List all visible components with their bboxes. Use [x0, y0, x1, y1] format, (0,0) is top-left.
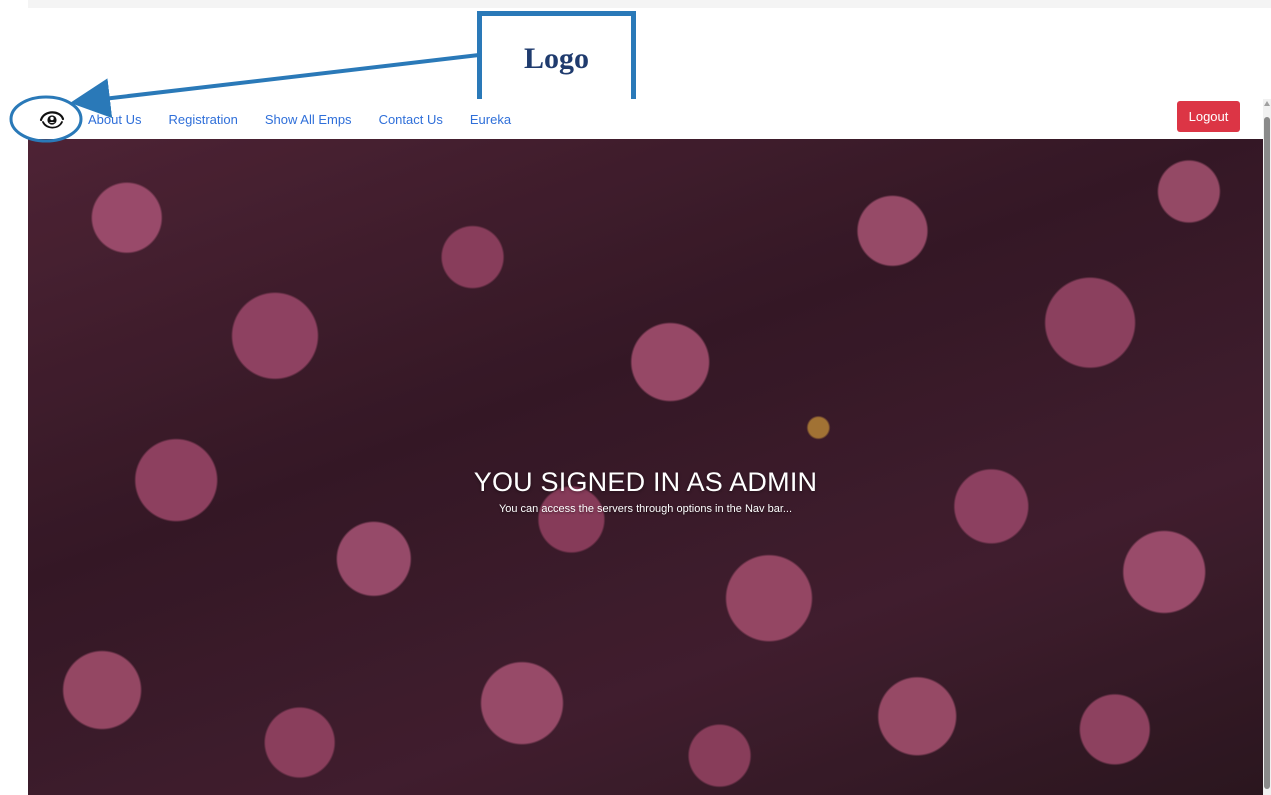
nav-link-contact-us[interactable]: Contact Us	[379, 112, 443, 127]
callout-arrow	[70, 53, 480, 119]
logo-callout-box: Logo	[477, 11, 636, 106]
logo-callout-label: Logo	[523, 41, 589, 75]
nav-link-eureka[interactable]: Eureka	[470, 112, 511, 127]
eye-logo-icon[interactable]	[38, 105, 66, 133]
hero-subtitle: You can access the servers through optio…	[498, 503, 793, 515]
hero-title: YOU SIGNED IN AS ADMIN	[473, 467, 818, 497]
page-top-strip	[28, 0, 1271, 8]
nav-link-about-us[interactable]: About Us	[88, 112, 141, 127]
scroll-up-arrow-icon[interactable]	[1264, 101, 1270, 106]
hero-text: YOU SIGNED IN AS ADMIN You can access th…	[28, 467, 1263, 515]
nav-link-show-all-emps[interactable]: Show All Emps	[265, 112, 352, 127]
nav-links: About Us Registration Show All Emps Cont…	[88, 99, 538, 139]
hero-banner: YOU SIGNED IN AS ADMIN You can access th…	[28, 139, 1263, 795]
scrollbar-thumb[interactable]	[1264, 117, 1270, 789]
logout-button[interactable]: Logout	[1177, 101, 1240, 132]
navbar: About Us Registration Show All Emps Cont…	[28, 99, 1263, 139]
scrollbar[interactable]	[1263, 99, 1271, 795]
nav-link-registration[interactable]: Registration	[168, 112, 237, 127]
